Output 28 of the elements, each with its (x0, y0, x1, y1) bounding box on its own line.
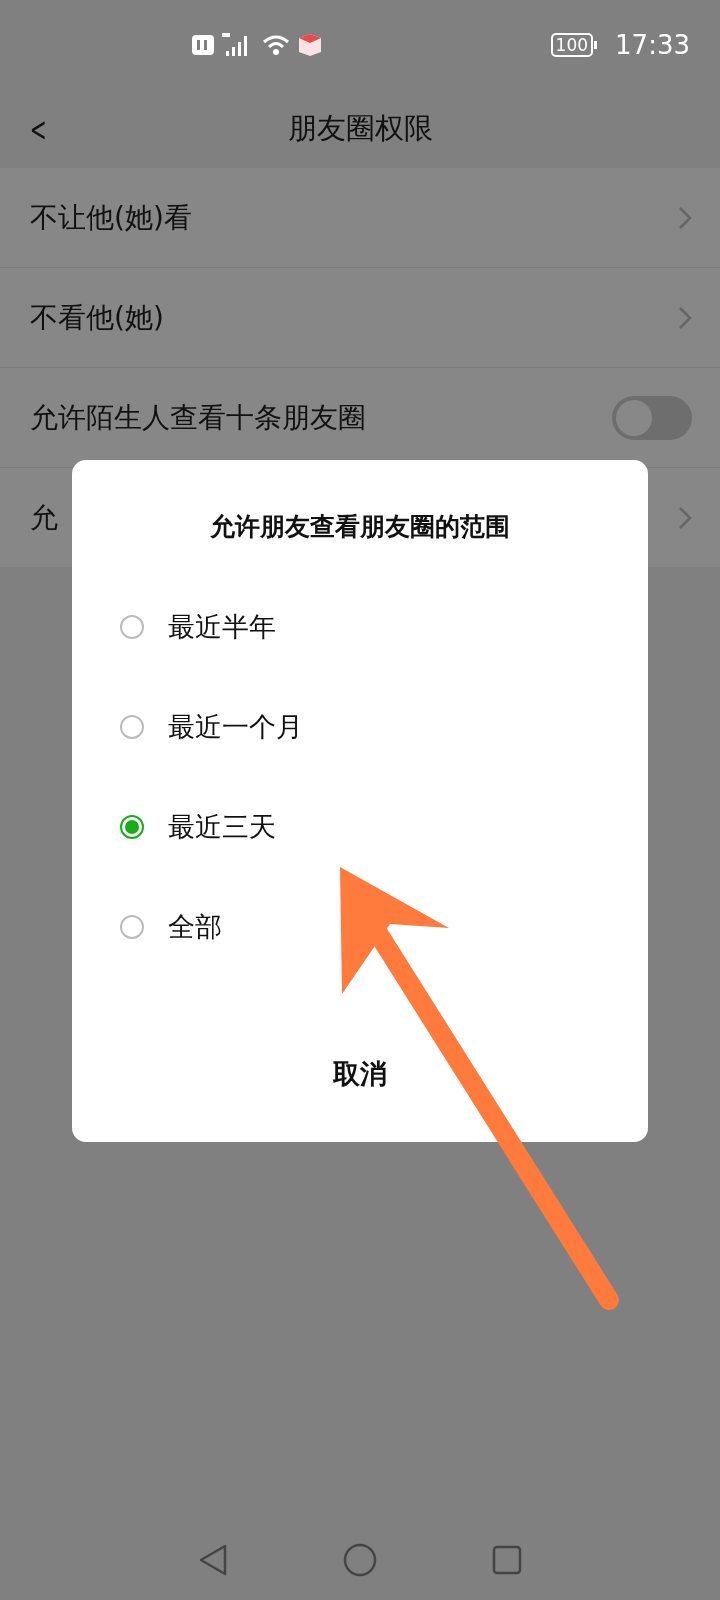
chevron-right-icon[interactable] (678, 305, 692, 330)
setting-label: 不让他(她)看 (30, 199, 192, 236)
back-icon[interactable] (198, 1543, 228, 1577)
app-notification-icon (298, 34, 322, 56)
radio-button[interactable] (120, 815, 144, 839)
radio-button[interactable] (120, 915, 144, 939)
option-label[interactable]: 全部 (168, 909, 222, 945)
setting-label: 允 (30, 499, 58, 536)
setting-label: 允许陌生人查看十条朋友圈 (30, 399, 366, 436)
battery-indicator: 100 (550, 33, 594, 57)
cancel-button[interactable]: 取消 (333, 1056, 387, 1092)
option-label[interactable]: 最近三天 (168, 809, 276, 845)
recents-icon[interactable] (492, 1545, 522, 1575)
option-label[interactable]: 最近半年 (168, 609, 276, 645)
hd-icon (192, 35, 214, 55)
back-button[interactable]: < (29, 109, 47, 149)
page-title: 朋友圈权限 (287, 110, 433, 147)
toggle-switch[interactable] (612, 395, 692, 440)
chevron-right-icon[interactable] (678, 205, 692, 230)
wifi-icon (262, 34, 290, 56)
home-icon[interactable] (343, 1543, 377, 1577)
option-label[interactable]: 最近一个月 (168, 709, 303, 745)
setting-label: 不看他(她) (30, 299, 164, 336)
dialog-title: 允许朋友查看朋友圈的范围 (209, 511, 511, 543)
radio-button[interactable] (120, 715, 144, 739)
clock: 17:33 (615, 30, 690, 60)
radio-button[interactable] (120, 615, 144, 639)
chevron-right-icon[interactable] (678, 505, 692, 530)
